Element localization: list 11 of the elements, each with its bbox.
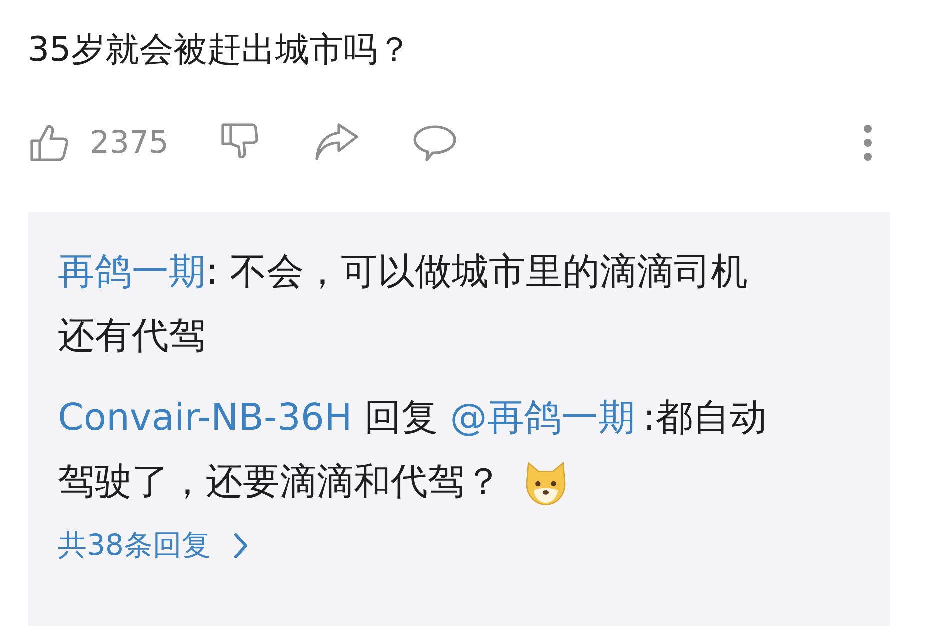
chevron-right-icon (232, 532, 249, 560)
mention-link[interactable]: @再鸽一期 (450, 396, 636, 439)
reply-label: 回复 (364, 396, 438, 439)
username-link[interactable]: 再鸽一期 (58, 250, 206, 293)
username-link[interactable]: Convair-NB-36H (58, 396, 352, 439)
more-options-icon[interactable] (863, 123, 873, 163)
reply-text: Convair-NB-36H 回复 @再鸽一期 :都自动驾驶了，还要滴滴和代驾？ (58, 386, 770, 514)
post-title: 35岁就会被赶出城市吗？ (28, 29, 412, 72)
reply-text: 再鸽一期: 不会，可以做城市里的滴滴司机还有代驾 (58, 249, 750, 359)
like-count: 2375 (90, 125, 169, 161)
more-replies-link[interactable]: 共38条回复 (58, 526, 249, 566)
